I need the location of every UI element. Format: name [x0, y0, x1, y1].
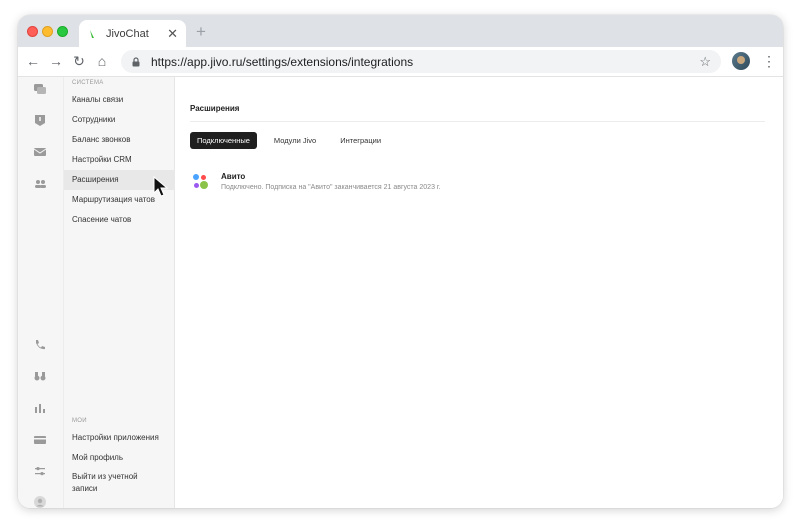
settings-sliders-icon[interactable]: [33, 464, 47, 478]
sidebar-item-call-balance[interactable]: Баланс звонков: [64, 130, 175, 150]
card-icon[interactable]: [33, 433, 47, 447]
tab-integrations[interactable]: Интеграции: [333, 132, 388, 149]
lock-icon: [132, 56, 140, 66]
home-icon[interactable]: ⌂: [94, 53, 110, 69]
sidebar-item-crm-settings[interactable]: Настройки CRM: [64, 150, 175, 170]
avito-logo-icon: [193, 174, 209, 190]
section-label-system: СИСТЕМА: [72, 80, 104, 86]
user-avatar-icon[interactable]: [33, 495, 47, 508]
team-icon[interactable]: [33, 177, 47, 191]
browser-menu-icon[interactable]: ⋮: [762, 53, 776, 69]
extension-name: Авито: [221, 172, 246, 181]
close-window-button[interactable]: [27, 26, 38, 37]
sidebar-item-employees[interactable]: Сотрудники: [64, 110, 175, 130]
stats-icon[interactable]: [33, 401, 47, 415]
reload-icon[interactable]: ↻: [71, 53, 87, 69]
main-content: Расширения Подключенные Модули Jivo Инте…: [175, 77, 783, 508]
sidebar-item-channels[interactable]: Каналы связи: [64, 90, 175, 110]
sidebar-item-chat-rescue[interactable]: Спасение чатов: [64, 210, 175, 230]
alert-icon[interactable]: [33, 113, 47, 127]
tab-jivo-modules[interactable]: Модули Jivo: [267, 132, 323, 149]
jivo-favicon-icon: [90, 29, 94, 38]
app-area: СИСТЕМА Каналы связи Сотрудники Баланс з…: [18, 77, 783, 508]
browser-window: JivoChat ✕ + ← → ↻ ⌂ https://app.jivo.ru…: [18, 15, 783, 508]
new-tab-icon[interactable]: +: [196, 23, 206, 40]
url-text: https://app.jivo.ru/settings/extensions/…: [151, 54, 414, 69]
forward-icon[interactable]: →: [48, 53, 64, 69]
title-divider: [190, 121, 765, 122]
address-bar[interactable]: https://app.jivo.ru/settings/extensions/…: [121, 50, 721, 73]
sidebar-item-my-profile[interactable]: Мой профиль: [64, 448, 175, 468]
section-label-mine: МОИ: [72, 418, 87, 424]
tab-title: JivoChat: [106, 27, 149, 40]
sidebar-item-app-settings[interactable]: Настройки приложения: [64, 428, 175, 448]
icon-rail: [18, 77, 64, 508]
browser-tab[interactable]: JivoChat ✕: [79, 20, 186, 47]
page-title: Расширения: [190, 104, 240, 113]
browser-titlebar: JivoChat ✕ +: [18, 15, 783, 47]
minimize-window-button[interactable]: [42, 26, 53, 37]
sidebar-item-logout[interactable]: Выйти из учетной записи: [64, 468, 175, 498]
extension-tabs: Подключенные Модули Jivo Интеграции: [190, 132, 388, 149]
close-tab-icon[interactable]: ✕: [167, 27, 178, 40]
mouse-pointer-icon: [153, 176, 169, 197]
tab-connected[interactable]: Подключенные: [190, 132, 257, 149]
chats-icon[interactable]: [33, 82, 47, 96]
maximize-window-button[interactable]: [57, 26, 68, 37]
extension-item-avito[interactable]: Авито Подключено. Подписка на "Авито" за…: [193, 172, 441, 191]
profile-avatar-icon[interactable]: [732, 52, 750, 70]
phone-icon[interactable]: [33, 338, 47, 352]
settings-sidebar: СИСТЕМА Каналы связи Сотрудники Баланс з…: [64, 77, 175, 508]
browser-toolbar: ← → ↻ ⌂ https://app.jivo.ru/settings/ext…: [18, 47, 783, 77]
back-icon[interactable]: ←: [25, 53, 41, 69]
extension-status: Подключено. Подписка на "Авито" заканчив…: [221, 184, 441, 191]
binoculars-icon[interactable]: [33, 369, 47, 383]
mail-icon[interactable]: [33, 145, 47, 159]
bookmark-star-icon[interactable]: ☆: [699, 54, 711, 70]
